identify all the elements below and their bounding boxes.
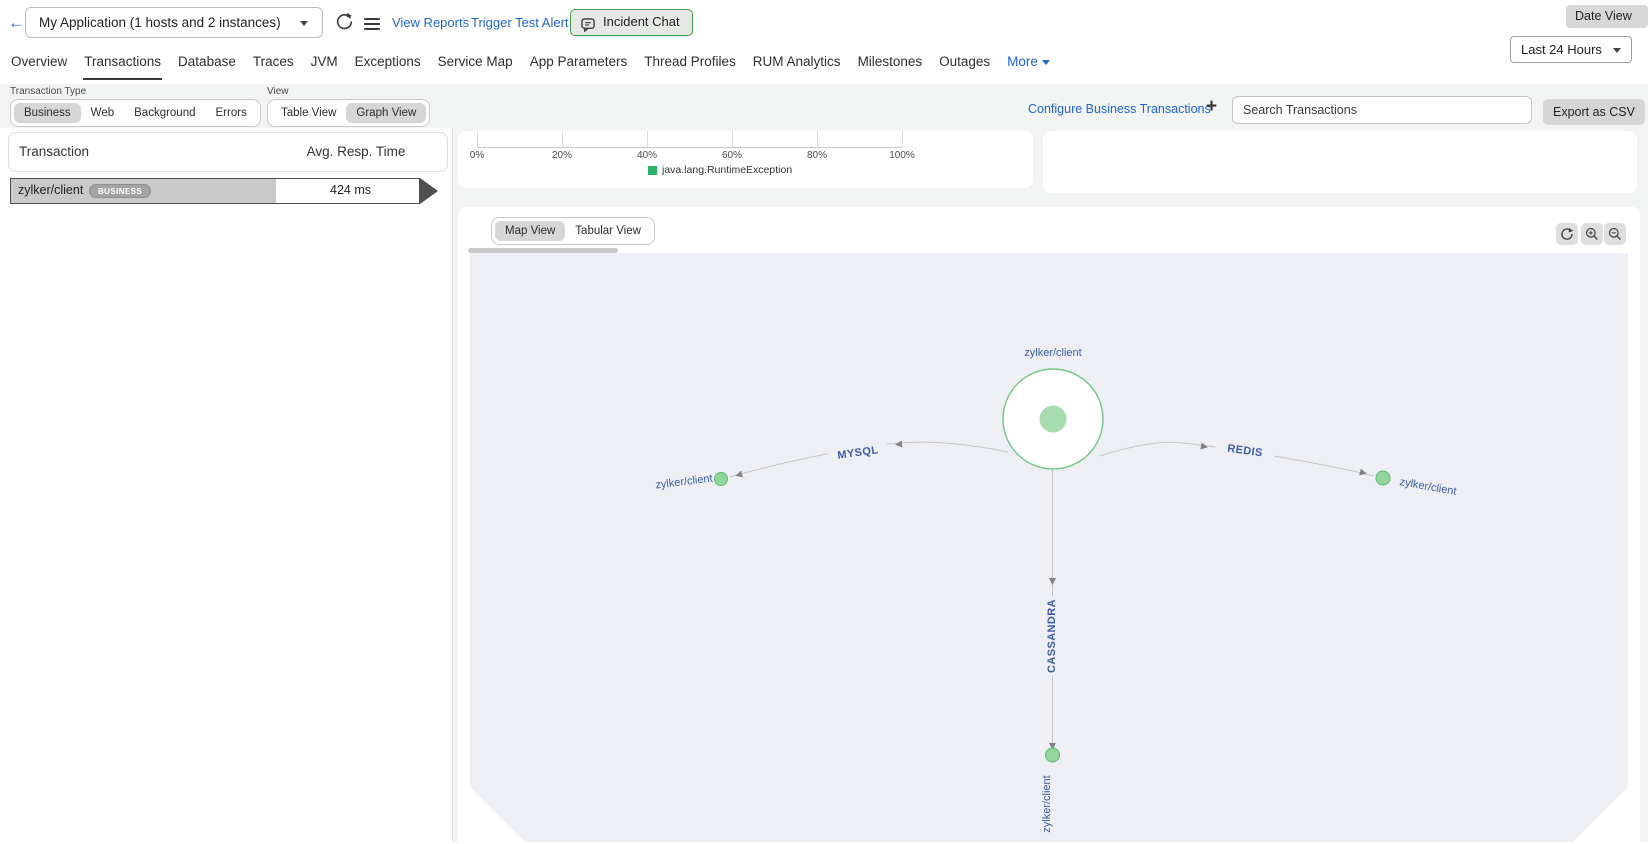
incident-chat-button[interactable]: Incident Chat	[570, 9, 693, 36]
column-avg-resp-time[interactable]: Avg. Resp. Time	[301, 144, 411, 159]
view-reports-link[interactable]: View Reports	[392, 15, 469, 30]
tick-label-40: 40%	[627, 150, 667, 161]
date-view-label: Date View	[1575, 9, 1632, 23]
back-arrow-icon[interactable]: ←	[8, 13, 25, 33]
add-transaction-icon[interactable]: +	[1206, 96, 1217, 118]
tabular-view-tab[interactable]: Tabular View	[565, 221, 651, 241]
tab-thread-profiles[interactable]: Thread Profiles	[643, 52, 737, 78]
main-nav-tabs: Overview Transactions Database Traces JV…	[10, 52, 1051, 80]
edge-label-cassandra[interactable]: CASSANDRA	[1046, 596, 1058, 676]
cassandra-node-dot[interactable]	[1046, 748, 1060, 762]
transaction-type-label: Transaction Type	[10, 86, 86, 97]
date-view-button[interactable]: Date View	[1566, 5, 1648, 28]
menu-icon[interactable]	[364, 15, 380, 33]
configure-business-transactions-link[interactable]: Configure Business Transactions	[1028, 102, 1211, 116]
transaction-name: zylker/client	[18, 183, 83, 197]
map-refresh-button[interactable]	[1556, 223, 1578, 245]
tab-app-parameters[interactable]: App Parameters	[529, 52, 629, 78]
chevron-down-icon	[1613, 48, 1621, 53]
tick-label-80: 80%	[797, 150, 837, 161]
exceptions-chart-card: 0% 20% 40% 60% 80% 100% java.lang.Runtim…	[458, 131, 1033, 188]
refresh-icon[interactable]	[335, 12, 354, 36]
axis-tick	[477, 131, 478, 147]
map-view-tab[interactable]: Map View	[495, 221, 565, 241]
chevron-down-icon	[1042, 60, 1050, 65]
chat-bubble-icon	[581, 16, 596, 40]
tick-label-100: 100%	[882, 150, 922, 161]
tab-jvm[interactable]: JVM	[310, 52, 339, 78]
arrow-icon	[895, 441, 903, 449]
view-graph[interactable]: Graph View	[346, 103, 426, 123]
view-table[interactable]: Table View	[271, 103, 346, 123]
service-map-graph	[470, 253, 1628, 842]
center-node-dot	[1040, 406, 1067, 433]
search-transactions-input[interactable]	[1232, 96, 1532, 124]
x-axis-line	[477, 147, 903, 148]
top-bar: ← My Application (1 hosts and 2 instance…	[0, 0, 1648, 45]
view-segmented-control: Table View Graph View	[267, 99, 430, 127]
legend-label: java.lang.RuntimeException	[662, 164, 792, 176]
more-label: More	[1007, 54, 1038, 69]
incident-chat-label: Incident Chat	[603, 14, 680, 29]
tick-label-60: 60%	[712, 150, 752, 161]
axis-tick	[732, 131, 733, 147]
transaction-type-segmented-control: Business Web Background Errors	[10, 99, 261, 127]
application-selector[interactable]: My Application (1 hosts and 2 instances)	[25, 7, 323, 38]
service-map-panel: Map View Tabular View	[458, 207, 1640, 842]
tab-outages[interactable]: Outages	[938, 52, 991, 78]
secondary-card	[1043, 131, 1637, 193]
tab-service-map[interactable]: Service Map	[437, 52, 514, 78]
tab-traces[interactable]: Traces	[252, 52, 295, 78]
tab-database[interactable]: Database	[177, 52, 237, 78]
selected-row-arrow	[420, 178, 438, 204]
axis-tick	[902, 131, 903, 147]
map-view-segmented-control: Map View Tabular View	[491, 217, 655, 245]
cassandra-node-label[interactable]: zylker/client	[1041, 764, 1053, 844]
tab-rum-analytics[interactable]: RUM Analytics	[752, 52, 842, 78]
service-map-canvas[interactable]: zylker/client MYSQL REDIS CASSANDRA zylk…	[470, 253, 1628, 842]
link-separator: |	[462, 14, 465, 29]
tick-label-20: 20%	[542, 150, 582, 161]
transactions-table-header: Transaction Avg. Resp. Time	[8, 132, 448, 172]
table-row[interactable]: zylker/client BUSINESS 424 ms	[10, 178, 420, 204]
arrow-icon	[1200, 443, 1208, 451]
time-range-select[interactable]: Last 24 Hours	[1510, 36, 1632, 63]
tab-transactions[interactable]: Transactions	[83, 52, 162, 80]
axis-tick	[562, 131, 563, 147]
application-selector-value: My Application (1 hosts and 2 instances)	[39, 15, 281, 30]
map-zoom-out-button[interactable]	[1604, 223, 1626, 245]
tab-more[interactable]: More	[1006, 52, 1051, 78]
filter-web[interactable]: Web	[81, 103, 124, 123]
export-csv-button[interactable]: Export as CSV	[1543, 99, 1645, 125]
arrow-icon	[1049, 578, 1056, 585]
tab-exceptions[interactable]: Exceptions	[354, 52, 422, 78]
avg-resp-time-value: 424 ms	[330, 183, 371, 197]
filter-errors[interactable]: Errors	[206, 103, 257, 123]
legend-swatch	[648, 166, 657, 175]
view-label: View	[267, 86, 289, 97]
tab-overview[interactable]: Overview	[10, 52, 68, 78]
arrow-icon	[734, 471, 742, 479]
chevron-down-icon	[300, 21, 308, 26]
trigger-test-alert-link[interactable]: Trigger Test Alert	[471, 15, 569, 30]
tick-label-0: 0%	[457, 150, 497, 161]
map-zoom-in-button[interactable]	[1581, 223, 1603, 245]
filter-business[interactable]: Business	[14, 103, 81, 123]
transactions-panel: Transaction Avg. Resp. Time zylker/clien…	[0, 128, 453, 842]
chart-legend: java.lang.RuntimeException	[648, 164, 792, 176]
filter-background[interactable]: Background	[124, 103, 205, 123]
time-range-value: Last 24 Hours	[1521, 42, 1602, 57]
column-transaction[interactable]: Transaction	[19, 144, 89, 159]
tab-milestones[interactable]: Milestones	[857, 52, 924, 78]
axis-tick	[817, 131, 818, 147]
horizontal-scrollbar-thumb[interactable]	[468, 248, 618, 253]
center-node-label[interactable]: zylker/client	[1008, 347, 1098, 359]
transaction-type-badge: BUSINESS	[89, 184, 151, 198]
arrow-icon	[1359, 469, 1367, 477]
axis-tick	[647, 131, 648, 147]
